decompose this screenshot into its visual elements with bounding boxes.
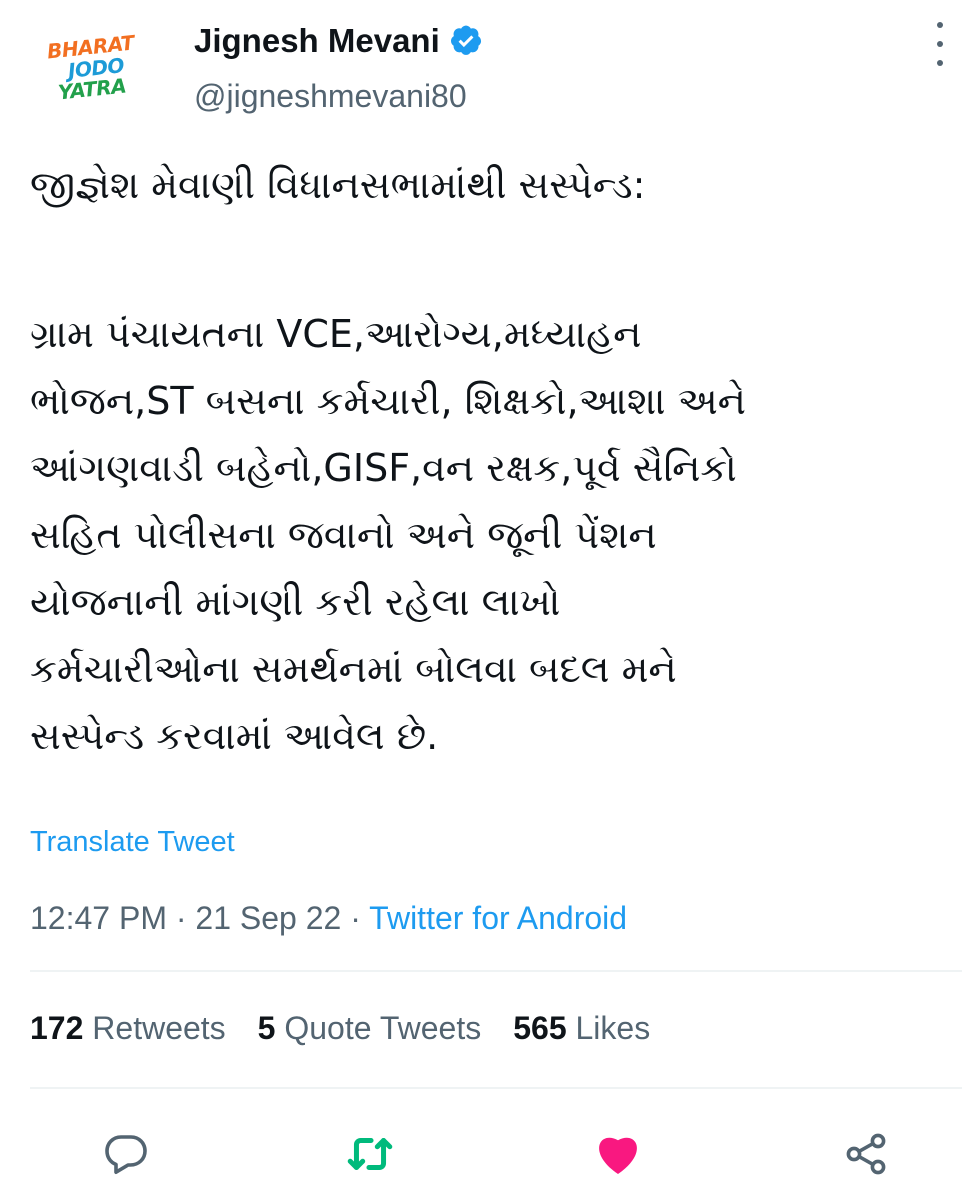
- likes-count: 565: [513, 1010, 567, 1046]
- likes-label: Likes: [575, 1010, 651, 1046]
- engagement-stats: 172 Retweets 5 Quote Tweets 565 Likes: [30, 1010, 682, 1047]
- tweet-text: જીજ્ઞેશ મેવાણી વિધાનસભામાંથી સસ્પેન્ડ: ગ…: [30, 152, 930, 770]
- user-handle[interactable]: @jigneshmevani80: [194, 78, 467, 115]
- tweet-date[interactable]: 21 Sep 22: [195, 900, 341, 936]
- dot: [937, 41, 943, 47]
- more-options-icon[interactable]: [928, 22, 952, 66]
- meta-separator: ·: [166, 900, 196, 936]
- reply-button[interactable]: [98, 1126, 154, 1182]
- tweet-line-4: આંગણવાડી બહેનો,GISF,વન રક્ષક,પૂર્વ સૈનિક…: [30, 446, 737, 490]
- retweets-stat[interactable]: 172 Retweets: [30, 1010, 226, 1047]
- retweet-button[interactable]: [342, 1126, 398, 1182]
- likes-stat[interactable]: 565 Likes: [513, 1010, 650, 1047]
- share-icon: [846, 1133, 886, 1175]
- share-button[interactable]: [838, 1126, 894, 1182]
- dot: [937, 60, 943, 66]
- tweet-actions-bar: [0, 1118, 968, 1188]
- tweet-line-5: સહિત પોલીસના જવાનો અને જૂની પેંશન: [30, 513, 657, 557]
- like-button[interactable]: [590, 1126, 646, 1182]
- quote-tweets-label: Quote Tweets: [284, 1010, 482, 1046]
- reply-icon: [105, 1135, 147, 1174]
- avatar-text-line-3: YATRA: [56, 73, 128, 104]
- retweets-count: 172: [30, 1010, 84, 1046]
- tweet-header: BHARAT JODO YATRA Jignesh Mevani @jignes…: [0, 0, 968, 140]
- tweet-source-link[interactable]: Twitter for Android: [369, 900, 627, 936]
- tweet-metadata: 12:47 PM · 21 Sep 22 · Twitter for Andro…: [30, 900, 627, 937]
- tweet-line-3: ભોજન,ST બસના કર્મચારી, શિક્ષકો,આશા અને: [30, 379, 746, 423]
- verified-badge-icon: [450, 25, 481, 55]
- quote-tweets-count: 5: [257, 1010, 276, 1046]
- name-row: Jignesh Mevani: [194, 22, 482, 60]
- divider: [30, 970, 962, 972]
- retweets-label: Retweets: [92, 1010, 226, 1046]
- meta-separator: ·: [341, 900, 370, 936]
- display-name[interactable]: Jignesh Mevani: [194, 22, 440, 60]
- tweet-line-8: સસ્પેન્ડ કરવામાં આવેલ છે.: [30, 714, 439, 758]
- tweet-line-7: કર્મચારીઓના સમર્થનમાં બોલવા બદલ મને: [30, 647, 677, 691]
- tweet-line-2: ગ્રામ પંચાયતના VCE,આરોગ્ય,મધ્યાહન: [30, 312, 642, 356]
- tweet-line-1: જીજ્ઞેશ મેવાણી વિધાનસભામાંથી સસ્પેન્ડ:: [30, 163, 646, 207]
- retweet-icon: [347, 1137, 393, 1171]
- divider: [30, 1087, 962, 1089]
- tweet-line-6: યોજનાની માંગણી કરી રહેલા લાખો: [30, 580, 561, 624]
- translate-tweet-link[interactable]: Translate Tweet: [30, 826, 235, 859]
- quote-tweets-stat[interactable]: 5 Quote Tweets: [258, 1010, 482, 1047]
- avatar[interactable]: BHARAT JODO YATRA: [38, 12, 150, 124]
- dot: [937, 22, 943, 28]
- like-icon: [599, 1137, 637, 1174]
- tweet-time[interactable]: 12:47 PM: [30, 900, 167, 936]
